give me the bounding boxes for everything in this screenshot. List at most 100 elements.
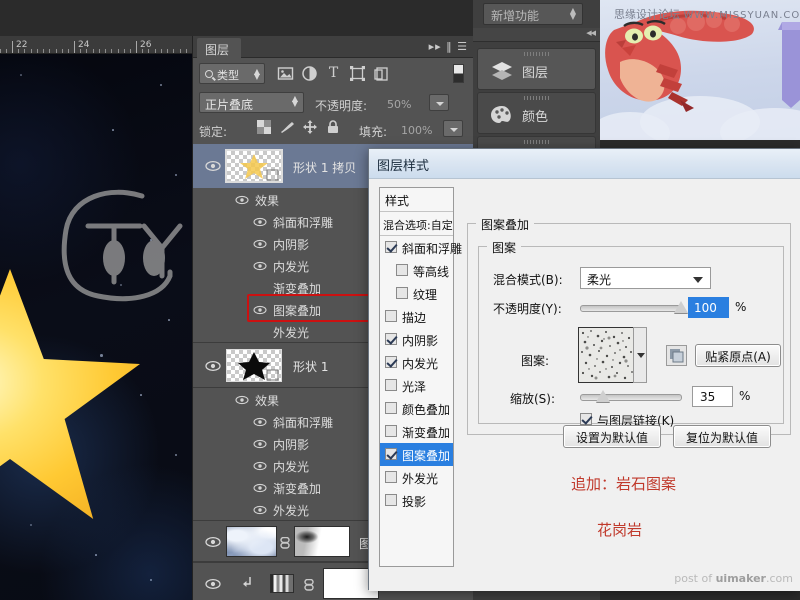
blend-mode-select[interactable]: 柔光 <box>580 267 711 289</box>
layer-thumbnail[interactable] <box>225 149 283 183</box>
link-mask-icon[interactable] <box>280 537 290 552</box>
opacity-slider-thumb[interactable] <box>674 301 688 313</box>
opacity-slider-track[interactable] <box>580 305 682 312</box>
watermark-cn: 思缘设计论坛 <box>614 8 680 21</box>
blending-options-item[interactable]: 混合选项:自定 <box>380 212 453 236</box>
style-item-pattern-overlay[interactable]: 图案叠加 <box>380 443 453 466</box>
smart-object-icon[interactable] <box>373 65 390 82</box>
dock-button-layers[interactable]: 图层 <box>477 48 596 90</box>
layer-visibility-icon[interactable] <box>205 360 221 372</box>
effects-visibility-icon[interactable] <box>235 394 249 404</box>
pattern-group: 图案 混合模式(B): 柔光 不透明度(Y): 100 % 图案: <box>478 246 784 424</box>
style-item-stroke[interactable]: 描边 <box>380 305 453 328</box>
style-checkbox[interactable] <box>385 471 397 483</box>
style-checkbox[interactable] <box>385 402 397 414</box>
new-preset-button[interactable] <box>666 345 687 366</box>
style-checkbox[interactable] <box>385 333 397 345</box>
horizontal-ruler[interactable]: 22 24 26 <box>0 36 192 54</box>
fx-visibility-icon[interactable] <box>253 482 267 492</box>
fx-visibility-icon[interactable] <box>253 216 267 226</box>
style-item-texture[interactable]: 纹理 <box>380 282 453 305</box>
opacity-value[interactable]: 50% <box>387 98 411 111</box>
fx-visibility-icon[interactable] <box>253 260 267 270</box>
style-item-inner-shadow[interactable]: 内阴影 <box>380 328 453 351</box>
layer-visibility-icon[interactable] <box>205 536 221 548</box>
layer-name[interactable]: 形状 1 拷贝 <box>293 159 356 176</box>
watermark-url: WWW.MISSYUAN.COM <box>684 10 800 21</box>
style-item-bevel-emboss[interactable]: 斜面和浮雕 <box>380 236 453 259</box>
type-layer-icon[interactable]: T <box>325 65 342 82</box>
fx-visibility-icon[interactable] <box>253 238 267 248</box>
shape-layer-icon[interactable] <box>349 65 366 82</box>
effects-visibility-icon[interactable] <box>235 194 249 204</box>
new-features-select[interactable]: 新增功能 ▲▼ <box>483 3 583 25</box>
lock-all-icon[interactable] <box>327 120 339 137</box>
style-checkbox[interactable] <box>385 310 397 322</box>
layer-visibility-icon[interactable] <box>205 160 221 172</box>
style-item-contour[interactable]: 等高线 <box>380 259 453 282</box>
style-item-inner-glow[interactable]: 内发光 <box>380 351 453 374</box>
scale-input[interactable]: 35 <box>692 386 733 407</box>
fx-label: 内阴影 <box>273 436 309 453</box>
fx-visibility-icon[interactable] <box>253 438 267 448</box>
filter-toggle-switch[interactable] <box>453 64 464 83</box>
link-mask-icon[interactable] <box>304 579 314 594</box>
layer-name[interactable]: 形状 1 <box>293 358 328 375</box>
style-checkbox[interactable] <box>385 494 397 506</box>
dock-collapse-button[interactable] <box>473 28 600 42</box>
styles-list[interactable]: 样式 混合选项:自定 斜面和浮雕 等高线 纹理 描边 <box>379 187 454 567</box>
lock-transparent-icon[interactable] <box>257 120 271 137</box>
style-checkbox[interactable] <box>396 287 408 299</box>
snap-to-origin-button[interactable]: 贴紧原点(A) <box>695 344 781 367</box>
link-with-layer-checkbox[interactable] <box>580 413 592 425</box>
pixel-layer-icon[interactable] <box>277 65 294 82</box>
lock-pixels-icon[interactable] <box>279 120 295 137</box>
drag-grip-icon[interactable] <box>524 96 550 100</box>
opacity-input[interactable]: 100 <box>688 297 729 318</box>
adjustment-layer-icon[interactable] <box>301 65 318 82</box>
style-item-drop-shadow[interactable]: 投影 <box>380 489 453 512</box>
style-item-outer-glow[interactable]: 外发光 <box>380 466 453 489</box>
fill-value[interactable]: 100% <box>401 124 432 137</box>
layer-thumbnail[interactable] <box>270 574 294 593</box>
opacity-dropdown-button[interactable] <box>429 94 449 111</box>
panel-menu-icon[interactable]: ▸▸ ‖ ☰ <box>429 40 468 53</box>
layer-mask-thumbnail[interactable] <box>294 526 350 557</box>
set-as-default-button[interactable]: 设置为默认值 <box>563 425 661 448</box>
fx-visibility-icon[interactable] <box>253 460 267 470</box>
watermark: 思缘设计论坛 WWW.MISSYUAN.COM <box>614 6 800 22</box>
layer-visibility-icon[interactable] <box>205 578 221 590</box>
scale-slider-thumb[interactable] <box>596 390 610 402</box>
fx-visibility-icon[interactable] <box>253 416 267 426</box>
dock-button-color[interactable]: 颜色 <box>477 92 596 134</box>
style-checkbox[interactable] <box>385 425 397 437</box>
blend-mode-select[interactable]: 正片叠底 ▲▼ <box>199 92 304 113</box>
reset-to-default-button[interactable]: 复位为默认值 <box>673 425 771 448</box>
filter-type-select[interactable]: 类型 ▲▼ <box>199 63 265 84</box>
layer-thumbnail[interactable] <box>226 349 282 382</box>
layer-thumbnail[interactable] <box>226 526 277 557</box>
layer-style-dialog[interactable]: 图层样式 样式 混合选项:自定 斜面和浮雕 等高线 纹理 <box>368 148 800 590</box>
fx-visibility-icon[interactable] <box>253 304 267 314</box>
tab-layers[interactable]: 图层 <box>197 38 241 58</box>
styles-header[interactable]: 样式 <box>380 188 453 212</box>
style-item-gradient-overlay[interactable]: 渐变叠加 <box>380 420 453 443</box>
fill-dropdown-button[interactable] <box>443 120 463 137</box>
chevron-updown-icon: ▲▼ <box>292 96 298 106</box>
canvas-artboard[interactable] <box>0 54 192 600</box>
drag-grip-icon[interactable] <box>524 140 550 144</box>
style-checkbox[interactable] <box>385 356 397 368</box>
effects-label: 效果 <box>255 192 279 209</box>
style-checkbox[interactable] <box>385 379 397 391</box>
style-checkbox[interactable] <box>385 448 397 460</box>
pattern-picker-dropdown[interactable] <box>633 327 647 383</box>
style-item-satin[interactable]: 光泽 <box>380 374 453 397</box>
drag-grip-icon[interactable] <box>524 52 550 56</box>
dialog-titlebar[interactable]: 图层样式 <box>369 149 800 179</box>
style-checkbox[interactable] <box>385 241 397 253</box>
style-item-color-overlay[interactable]: 颜色叠加 <box>380 397 453 420</box>
pattern-swatch[interactable] <box>578 327 634 383</box>
lock-position-icon[interactable] <box>303 120 317 137</box>
fx-visibility-icon[interactable] <box>253 504 267 514</box>
style-checkbox[interactable] <box>396 264 408 276</box>
